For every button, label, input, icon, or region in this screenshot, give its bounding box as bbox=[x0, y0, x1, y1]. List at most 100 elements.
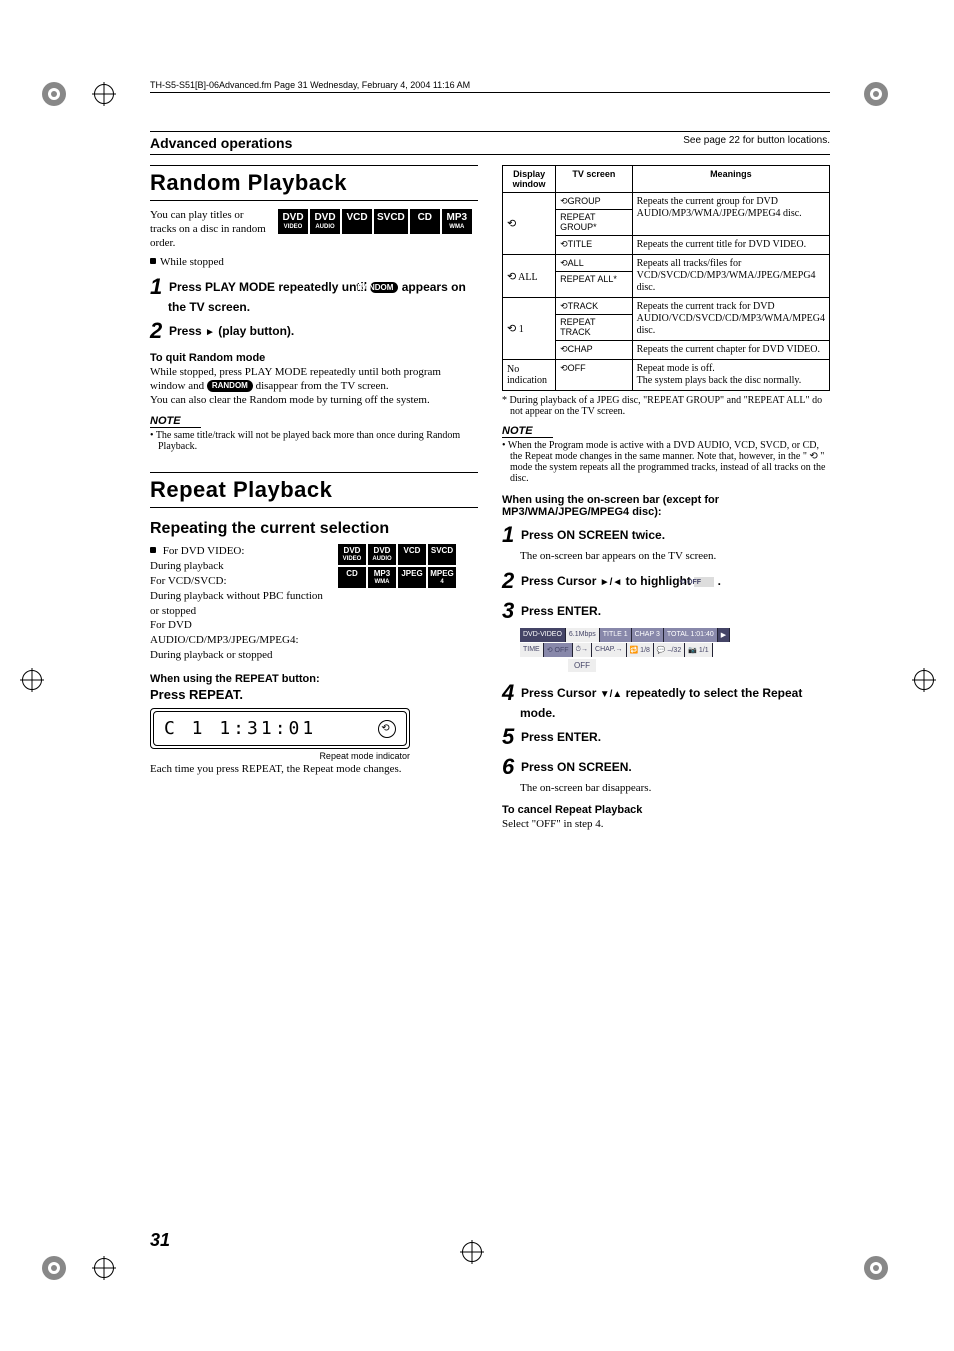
press-repeat-instruction: Press REPEAT. bbox=[150, 687, 478, 702]
note-heading: NOTE bbox=[150, 415, 201, 428]
osd-segment: 📷 1/1 bbox=[685, 643, 712, 657]
disc-type-badges: DVDVIDEODVDAUDIOVCDSVCD CDMP3WMAJPEGMPEG4 bbox=[338, 544, 478, 588]
col-tv-screen: TV screen bbox=[556, 166, 633, 193]
print-crop-mark bbox=[92, 1256, 116, 1280]
repeat-context-text: For DVD VIDEO:During playbackFor VCD/SVC… bbox=[150, 545, 323, 661]
quit-random-heading: To quit Random mode bbox=[150, 352, 478, 364]
square-bullet-icon bbox=[150, 547, 156, 553]
print-registration-mark bbox=[38, 78, 70, 110]
osd-segment: ⏱→ bbox=[573, 643, 592, 657]
step-number-4: 4 bbox=[502, 680, 514, 705]
step-number-1: 1 bbox=[150, 274, 162, 299]
cursor-lr-icon: ►/◄ bbox=[600, 577, 623, 588]
step-number-2: 2 bbox=[150, 318, 162, 343]
source-file-header: TH-S5-S51[B]-06Advanced.fm Page 31 Wedne… bbox=[150, 80, 830, 93]
random-playback-heading: Random Playback bbox=[150, 165, 478, 201]
cursor-ud-icon: ▼/▲ bbox=[600, 689, 623, 700]
osb-step1-sub: The on-screen bar appears on the TV scre… bbox=[502, 550, 830, 564]
osd-segment: ▶ bbox=[718, 628, 730, 642]
osb-step1: Press ON SCREEN twice. bbox=[521, 528, 665, 542]
print-registration-mark bbox=[860, 78, 892, 110]
cancel-repeat-body: Select "OFF" in step 4. bbox=[502, 818, 830, 832]
osd-segment: TITLE 1 bbox=[600, 628, 632, 642]
disc-badge: SVCD bbox=[374, 209, 408, 234]
step-number-6: 6 bbox=[502, 754, 514, 779]
print-registration-mark bbox=[38, 1252, 70, 1284]
note-body: • The same title/track will not be playe… bbox=[150, 430, 478, 452]
osd-segment: 💬 –/32 bbox=[654, 643, 685, 657]
disc-badge: SVCD bbox=[428, 544, 456, 565]
when-using-osb-heading: When using the on-screen bar (except for… bbox=[502, 494, 830, 518]
osb-step3: Press ENTER. bbox=[521, 604, 601, 618]
table-footnote: * During playback of a JPEG disc, "REPEA… bbox=[502, 395, 830, 417]
osb-step5: Press ENTER. bbox=[521, 730, 601, 744]
print-crop-mark bbox=[912, 668, 936, 692]
disc-badge: JPEG bbox=[398, 567, 426, 588]
osd-segment: ⟲ OFF bbox=[544, 643, 573, 657]
repeating-selection-subheading: Repeating the current selection bbox=[150, 520, 478, 538]
osb-step6-sub: The on-screen bar disappears. bbox=[502, 782, 830, 796]
disc-badge: VCD bbox=[398, 544, 426, 565]
play-triangle-icon: ► bbox=[205, 327, 215, 338]
col-display-window: Display window bbox=[503, 166, 556, 193]
osd-segment: TOTAL 1:01:40 bbox=[664, 628, 718, 642]
print-crop-mark bbox=[20, 668, 44, 692]
random-intro-text: You can play titles or tracks on a disc … bbox=[150, 209, 270, 250]
disc-badge: VCD bbox=[342, 209, 372, 234]
lcd-caption: Repeat mode indicator bbox=[150, 751, 410, 761]
disc-badge: CD bbox=[410, 209, 440, 234]
osb-step2c: . bbox=[714, 574, 721, 588]
quit-body-2: disappear from the TV screen. bbox=[256, 380, 389, 392]
disc-badge: MP3WMA bbox=[368, 567, 396, 588]
step1-text-a: Press PLAY MODE repeatedly until bbox=[169, 280, 370, 294]
disc-badge: MPEG4 bbox=[428, 567, 456, 588]
step-number-1: 1 bbox=[502, 522, 514, 547]
disc-badge: DVDAUDIO bbox=[310, 209, 340, 234]
step2-text-a: Press bbox=[169, 324, 205, 338]
disc-type-badges: DVDVIDEODVDAUDIOVCDSVCDCDMP3WMA bbox=[278, 209, 478, 234]
disc-badge: CD bbox=[338, 567, 366, 588]
while-stopped-label: While stopped bbox=[160, 256, 224, 268]
osd-segment: 6.1Mbps bbox=[566, 628, 600, 642]
random-pill-icon: RANDOM bbox=[370, 282, 398, 293]
step2-text-b: (play button). bbox=[215, 324, 294, 338]
step-number-2: 2 bbox=[502, 568, 514, 593]
on-screen-bar-illustration: DVD-VIDEO6.1MbpsTITLE 1CHAP 3TOTAL 1:01:… bbox=[502, 628, 830, 672]
page-number: 31 bbox=[150, 1230, 170, 1251]
osb-step4a: Press Cursor bbox=[521, 686, 600, 700]
note-heading: NOTE bbox=[502, 425, 553, 438]
disc-badge: DVDVIDEO bbox=[278, 209, 308, 234]
print-crop-mark bbox=[460, 1240, 484, 1264]
cancel-repeat-heading: To cancel Repeat Playback bbox=[502, 804, 830, 816]
quit-body-3: You can also clear the Random mode by tu… bbox=[150, 394, 430, 406]
col-meanings: Meanings bbox=[632, 166, 829, 193]
osd-segment: 🔁 1/8 bbox=[627, 643, 654, 657]
disc-badge: MP3WMA bbox=[442, 209, 472, 234]
note-body: • When the Program mode is active with a… bbox=[502, 440, 830, 484]
osb-step6: Press ON SCREEN. bbox=[521, 760, 632, 774]
lcd-display-illustration: C 1 1:31:01 ⟲ Repeat mode indicator bbox=[150, 708, 478, 761]
square-bullet-icon bbox=[150, 258, 156, 264]
see-page-reference: See page 22 for button locations. bbox=[683, 135, 830, 146]
osd-segment: TIME bbox=[520, 643, 544, 657]
repeat-caption-2: Each time you press REPEAT, the Repeat m… bbox=[150, 763, 478, 777]
when-using-repeat-label: When using the REPEAT button: bbox=[150, 673, 478, 685]
osd-off-dropdown: OFF bbox=[568, 659, 596, 672]
disc-badge: DVDAUDIO bbox=[368, 544, 396, 565]
print-crop-mark bbox=[92, 82, 116, 106]
step-number-3: 3 bbox=[502, 598, 514, 623]
osd-segment: DVD-VIDEO bbox=[520, 628, 566, 642]
repeat-off-highlight-icon: ⟲ OFF bbox=[694, 577, 714, 587]
step-number-5: 5 bbox=[502, 724, 514, 749]
osd-segment: CHAP.→ bbox=[592, 643, 627, 657]
osb-step2a: Press Cursor bbox=[521, 574, 600, 588]
repeat-playback-heading: Repeat Playback bbox=[150, 472, 478, 508]
section-title: Advanced operations bbox=[150, 135, 292, 151]
repeat-mode-indicator-icon: ⟲ bbox=[378, 720, 396, 738]
repeat-modes-table: Display window TV screen Meanings ⟲⟲GROU… bbox=[502, 165, 830, 391]
print-registration-mark bbox=[860, 1252, 892, 1284]
random-pill-icon: RANDOM bbox=[207, 380, 253, 392]
lcd-readout: C 1 1:31:01 bbox=[164, 718, 316, 739]
disc-badge: DVDVIDEO bbox=[338, 544, 366, 565]
osd-segment: CHAP 3 bbox=[632, 628, 664, 642]
